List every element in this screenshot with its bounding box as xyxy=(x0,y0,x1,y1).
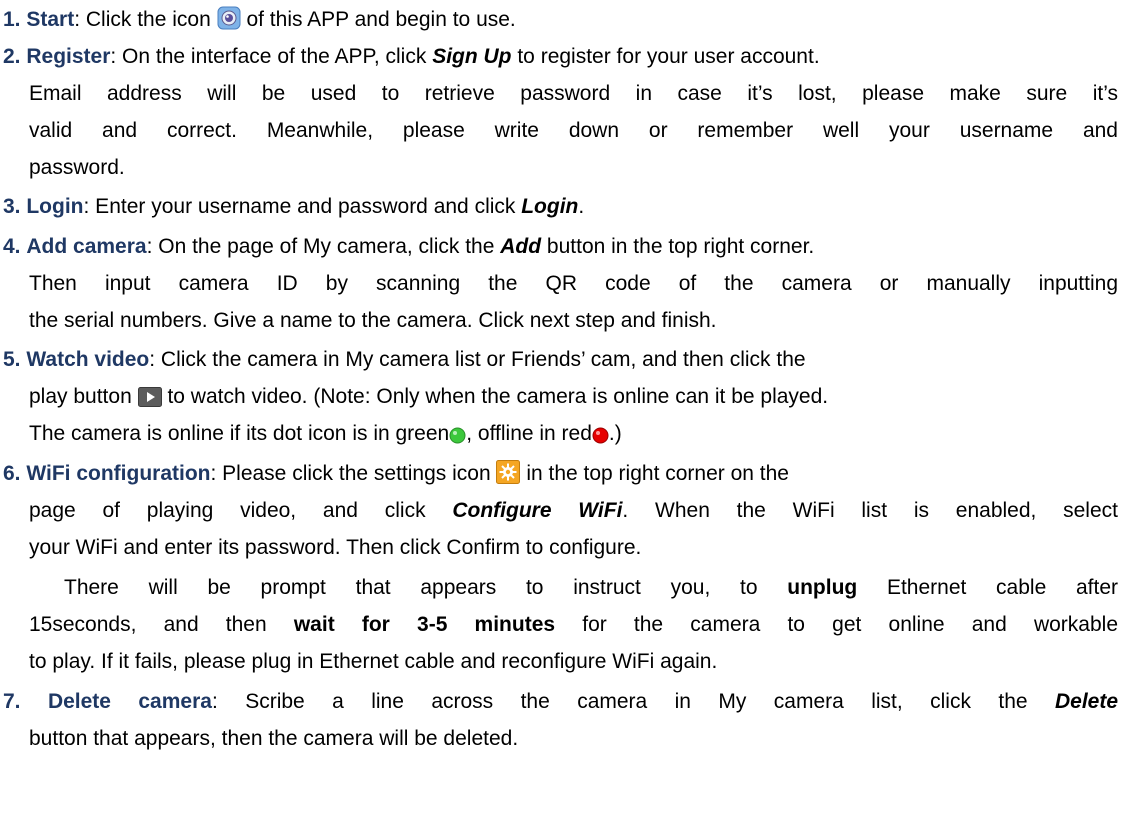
step-text: : Scribe a line across the camera in My … xyxy=(211,690,1055,713)
settings-gear-icon xyxy=(496,460,521,484)
step-text: play button xyxy=(29,385,138,408)
step-text: in the top right corner on the xyxy=(526,462,789,485)
step-text: : Please click the settings icon xyxy=(210,462,497,485)
step-text: Ethernet cable after xyxy=(857,576,1118,599)
instructions-document: 1. Start: Click the icon of this APP and… xyxy=(0,0,1131,827)
step-number: 7. xyxy=(3,690,21,713)
emphasis-wait-time: wait for 3-5 minutes xyxy=(293,613,556,636)
step-text-line: 15seconds, and then wait for 3-5 minutes… xyxy=(29,611,1118,639)
step-text-line: There will be prompt that appears to ins… xyxy=(64,574,1118,602)
step-text: to register for your user account. xyxy=(511,45,820,68)
step-text: to watch video. (Note: Only when the cam… xyxy=(167,385,829,408)
step-5: 5. Watch video: Click the camera in My c… xyxy=(3,346,806,374)
step-text: 15seconds, and then xyxy=(29,613,294,636)
step-text: There will be prompt that appears to ins… xyxy=(64,576,788,599)
step-text-line: to play. If it fails, please plug in Eth… xyxy=(29,650,718,673)
step-text-line: The camera is online if its dot icon is … xyxy=(29,420,622,448)
step-number: 4. xyxy=(3,235,21,258)
step-text: of this APP and begin to use. xyxy=(246,8,516,31)
step-text: button in the top right corner. xyxy=(541,235,815,258)
step-text: .) xyxy=(608,422,622,445)
step-text: , offline in red xyxy=(466,422,592,445)
step-text-line: password. xyxy=(29,156,125,179)
play-button-icon xyxy=(137,387,162,407)
step-text: . When the WiFi list is enabled, select xyxy=(622,499,1118,522)
step-number: 5. xyxy=(3,348,21,371)
step-text: The camera is online if its dot icon is … xyxy=(29,422,450,445)
step-number: 2. xyxy=(3,45,21,68)
step-text-line: the serial numbers. Give a name to the c… xyxy=(29,309,717,332)
step-text-line: page of playing video, and click Configu… xyxy=(29,497,1118,525)
step-text-line: Then input camera ID by scanning the QR … xyxy=(29,272,1118,295)
step-label: Register xyxy=(26,45,111,68)
step-text-line: your WiFi and enter its password. Then c… xyxy=(29,536,642,559)
step-label: Login xyxy=(26,195,84,218)
green-dot-icon xyxy=(449,427,466,444)
step-label: Add camera xyxy=(26,235,147,258)
step-text: : Enter your username and password and c… xyxy=(83,195,522,218)
keyword-add: Add xyxy=(500,235,542,258)
step-text: : On the interface of the APP, click xyxy=(110,45,433,68)
keyword-delete: Delete xyxy=(1054,690,1119,713)
keyword-configure-wifi: Configure WiFi xyxy=(452,499,623,522)
step-4: 4. Add camera: On the page of My camera,… xyxy=(3,233,814,261)
step-text: page of playing video, and click xyxy=(29,499,453,522)
step-label: Watch video xyxy=(26,348,150,371)
step-text: : Click the camera in My camera list or … xyxy=(149,348,806,371)
step-text-line: button that appears, then the camera wil… xyxy=(29,727,519,750)
step-2: 2. Register: On the interface of the APP… xyxy=(3,43,820,71)
step-text-line: Email address will be used to retrieve p… xyxy=(29,82,1118,105)
keyword-login: Login xyxy=(521,195,579,218)
step-text-line: play button to watch video. (Note: Only … xyxy=(29,383,828,411)
step-text: : Click the icon xyxy=(74,8,217,31)
step-1: 1. Start: Click the icon of this APP and… xyxy=(3,6,516,34)
step-7: 7. Delete camera: Scribe a line across t… xyxy=(3,688,1118,716)
keyword-sign-up: Sign Up xyxy=(432,45,512,68)
app-camera-icon xyxy=(217,6,241,30)
step-label: Start xyxy=(26,8,75,31)
red-dot-icon xyxy=(592,427,609,444)
step-label: Delete camera xyxy=(47,690,212,713)
step-6: 6. WiFi configuration: Please click the … xyxy=(3,460,789,488)
step-text-line: valid and correct. Meanwhile, please wri… xyxy=(29,119,1118,142)
step-number: 3. xyxy=(3,195,21,218)
step-number: 6. xyxy=(3,462,21,485)
step-number: 1. xyxy=(3,8,21,31)
step-3: 3. Login: Enter your username and passwo… xyxy=(3,193,584,221)
step-text: : On the page of My camera, click the xyxy=(146,235,501,258)
step-text: . xyxy=(578,195,585,218)
emphasis-unplug: unplug xyxy=(787,576,858,599)
step-label: WiFi configuration xyxy=(26,462,211,485)
step-text: for the camera to get online and workabl… xyxy=(555,613,1119,636)
